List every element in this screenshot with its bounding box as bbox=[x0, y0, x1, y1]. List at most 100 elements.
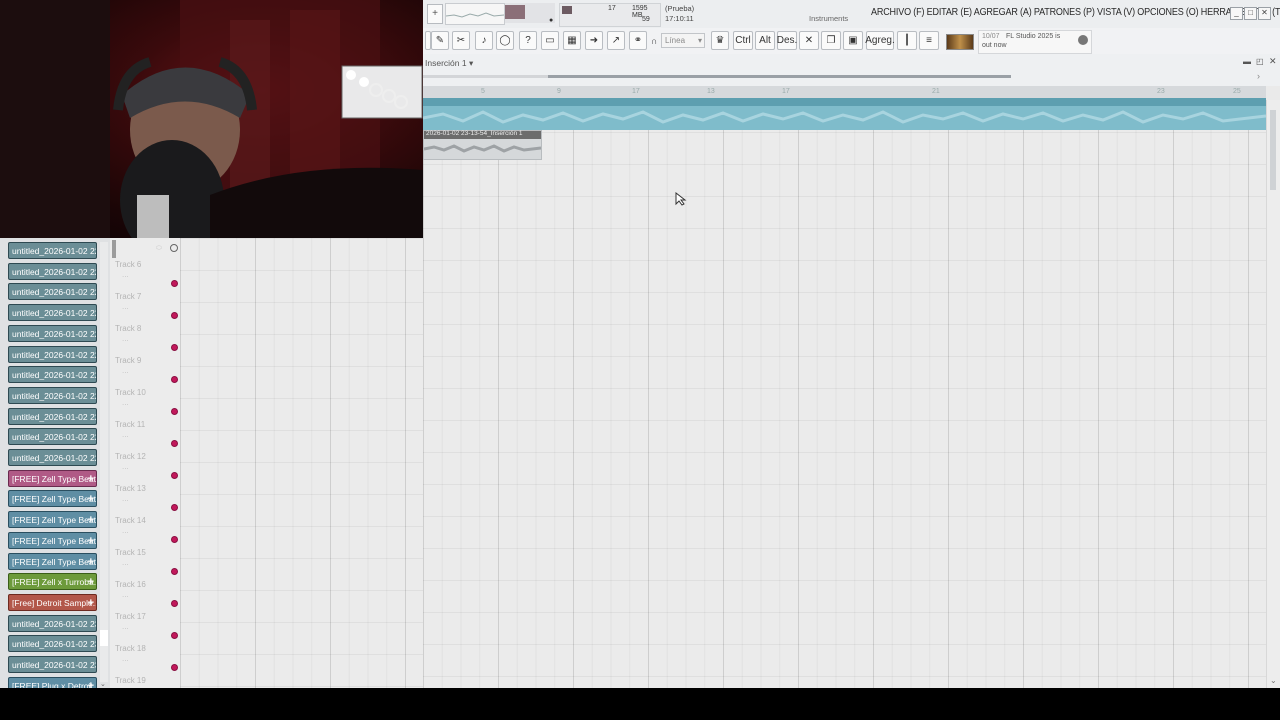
des-button[interactable]: Des. bbox=[777, 31, 797, 50]
color-swatch[interactable] bbox=[946, 34, 974, 50]
track-mute-led[interactable] bbox=[171, 664, 178, 671]
browser-item[interactable]: untitled_2026-01-02 22-... bbox=[8, 345, 97, 363]
browser-item[interactable]: [FREE] Zell Type Beat... + bbox=[8, 552, 97, 570]
mic-tool-icon[interactable]: ♪ bbox=[475, 31, 493, 50]
playlist-grid[interactable] bbox=[423, 100, 1266, 688]
track-led-off[interactable] bbox=[170, 244, 178, 252]
browser-item[interactable]: untitled_2026-01-02 22-... bbox=[8, 262, 97, 280]
browser-item[interactable]: [FREE] Zell x Turroba... + bbox=[8, 573, 97, 591]
track-name[interactable]: Track 19 bbox=[115, 676, 146, 685]
track-mute-led[interactable] bbox=[171, 536, 178, 543]
track-name[interactable]: Track 15 bbox=[115, 548, 146, 557]
add-plus-button[interactable]: + bbox=[427, 4, 443, 24]
add-to-project-icon[interactable]: + bbox=[88, 512, 94, 527]
track-resize-handle[interactable] bbox=[112, 240, 116, 258]
track-name[interactable]: Track 13 bbox=[115, 484, 146, 493]
minimize-playlist-icon[interactable]: ▬ bbox=[1243, 57, 1251, 66]
chevron-right-icon[interactable]: › bbox=[1257, 71, 1260, 81]
pencil-tool-icon[interactable]: ✎ bbox=[431, 31, 449, 50]
scissors-tool-icon[interactable]: ✂ bbox=[452, 31, 470, 50]
speech-bubble-icon[interactable]: ◯ bbox=[496, 31, 514, 50]
browser-item[interactable]: untitled_2026-01-02 23-... bbox=[8, 635, 97, 653]
browser-item[interactable]: untitled_2026-01-02 22-... bbox=[8, 366, 97, 384]
chevron-down-icon[interactable]: ⌄ bbox=[100, 680, 106, 688]
track-mute-led[interactable] bbox=[171, 632, 178, 639]
browser-item[interactable]: [FREE] Zell Type Beat... + bbox=[8, 511, 97, 529]
browser-item[interactable]: untitled_2026-01-02 22-... bbox=[8, 449, 97, 466]
track-name[interactable]: Track 11 bbox=[115, 420, 145, 429]
alt-button[interactable]: Alt bbox=[755, 31, 775, 50]
add-to-project-icon[interactable]: + bbox=[88, 595, 94, 610]
browser-item[interactable]: untitled_2026-01-02 22-... bbox=[8, 283, 97, 301]
vertical-scrollbar-thumb[interactable] bbox=[1270, 110, 1276, 190]
track-mute-led[interactable] bbox=[171, 344, 178, 351]
track-name[interactable]: Track 8 bbox=[115, 324, 141, 333]
vertical-scrollbar[interactable]: ⌄ bbox=[1266, 100, 1280, 688]
recorded-clip[interactable]: 2026-01-02 23-13-54_Inserción 1 bbox=[423, 130, 542, 160]
stamp-tool-icon[interactable]: ♛ bbox=[711, 31, 729, 50]
close-playlist-icon[interactable]: ✕ bbox=[1269, 56, 1277, 67]
minimize-button[interactable]: _ bbox=[1230, 7, 1243, 20]
track-name[interactable]: Track 18 bbox=[115, 644, 146, 653]
restore-playlist-icon[interactable]: ◰ bbox=[1256, 57, 1264, 66]
snap-mode-select[interactable]: Línea ▾ bbox=[661, 33, 705, 48]
browser-item[interactable]: [FREE] Zell Type Beat... + bbox=[8, 469, 97, 487]
slide-tool-icon[interactable]: ↗ bbox=[607, 31, 625, 50]
maximize-button[interactable]: □ bbox=[1244, 7, 1257, 20]
track-name[interactable]: Track 16 bbox=[115, 580, 146, 589]
add-to-project-icon[interactable]: + bbox=[88, 491, 94, 506]
browser-item[interactable]: untitled_2026-01-02 22-... bbox=[8, 386, 97, 404]
track-name[interactable]: Track 14 bbox=[115, 516, 146, 525]
track-mute-led[interactable] bbox=[171, 408, 178, 415]
browser-item[interactable]: untitled_2026-01-02 22-... bbox=[8, 304, 97, 322]
track-mute-led[interactable] bbox=[171, 600, 178, 607]
mixer-icon[interactable]: ┃ bbox=[897, 31, 917, 50]
add-to-project-icon[interactable]: + bbox=[88, 471, 94, 486]
track-toggle-icon[interactable]: ⬭ bbox=[156, 245, 162, 253]
copy-icon[interactable]: ❐ bbox=[821, 31, 841, 50]
track-mute-led[interactable] bbox=[171, 472, 178, 479]
paste-icon[interactable]: ▣ bbox=[843, 31, 863, 50]
browser-item[interactable]: untitled_2026-01-02 22-... bbox=[8, 407, 97, 425]
track-name[interactable]: Track 12 bbox=[115, 452, 146, 461]
track-mute-led[interactable] bbox=[171, 568, 178, 575]
chevron-down-icon[interactable]: ⌄ bbox=[1270, 676, 1277, 685]
browser-item[interactable]: [Free] Detroit Sample... + bbox=[8, 593, 97, 611]
channel-rack-icon[interactable]: ≡ bbox=[919, 31, 939, 50]
playlist-title[interactable]: Inserción 1 ▾ bbox=[425, 58, 473, 69]
add-to-project-icon[interactable]: + bbox=[88, 554, 94, 569]
browser-scrollbar-thumb[interactable] bbox=[100, 630, 108, 646]
track-mute-led[interactable] bbox=[171, 376, 178, 383]
arrow-right-icon[interactable]: ➜ bbox=[585, 31, 603, 50]
horizontal-scrollbar[interactable] bbox=[423, 75, 1011, 78]
browser-item[interactable]: untitled_2026-01-02 23-... bbox=[8, 614, 97, 632]
browser-item[interactable]: untitled_2026-01-02 22-... bbox=[8, 324, 97, 342]
ctrl-button[interactable]: Ctrl bbox=[733, 31, 753, 50]
audio-clip-full[interactable] bbox=[423, 98, 1266, 130]
close-window-button[interactable]: ✕ bbox=[1258, 7, 1271, 20]
main-menu[interactable]: ARCHIVO (F) EDITAR (E) AGREGAR (A) PATRO… bbox=[871, 6, 1280, 18]
track-mute-led[interactable] bbox=[171, 280, 178, 287]
track-name[interactable]: Track 10 bbox=[115, 388, 146, 397]
track-name[interactable]: Track 17 bbox=[115, 612, 146, 621]
track-name[interactable]: Track 6 bbox=[115, 260, 141, 269]
add-to-project-icon[interactable]: + bbox=[88, 533, 94, 548]
agreg-button[interactable]: Agreg. bbox=[865, 31, 895, 50]
browser-item[interactable]: untitled_2026-01-02 22-... bbox=[8, 242, 97, 259]
cut-icon[interactable]: ✕ bbox=[799, 31, 819, 50]
link-icon[interactable]: ⚭ bbox=[629, 31, 647, 50]
add-to-project-icon[interactable]: + bbox=[88, 574, 94, 589]
track-name[interactable]: Track 9 bbox=[115, 356, 141, 365]
browser-item[interactable]: untitled_2026-01-02 23-... bbox=[8, 656, 97, 673]
browser-window-icon[interactable]: ▭ bbox=[541, 31, 559, 50]
track-name[interactable]: Track 7 bbox=[115, 292, 141, 301]
browser-item[interactable]: [FREE] Zell Type Beat... + bbox=[8, 490, 97, 508]
piano-roll-icon[interactable]: ▦ bbox=[563, 31, 581, 50]
help-icon[interactable]: ? bbox=[519, 31, 537, 50]
lower-playlist-grid[interactable] bbox=[180, 238, 423, 688]
news-panel[interactable]: 10/07 FL Studio 2025 is out now bbox=[978, 30, 1092, 54]
browser-item[interactable]: [FREE] Zell Type Beat... + bbox=[8, 531, 97, 549]
track-mute-led[interactable] bbox=[171, 312, 178, 319]
track-mute-led[interactable] bbox=[171, 504, 178, 511]
scrollbar-thumb[interactable] bbox=[548, 75, 1011, 78]
